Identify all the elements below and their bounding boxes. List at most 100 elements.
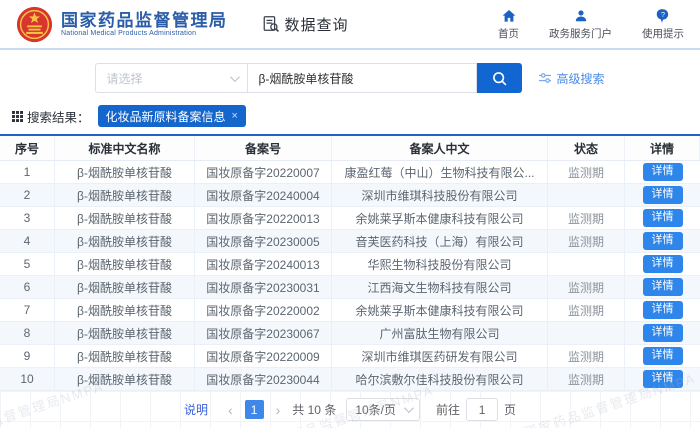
cell-filer: 广州富肽生物有限公司 — [332, 322, 548, 344]
cell-no: 2 — [0, 184, 55, 206]
nav-label: 首页 — [498, 27, 519, 40]
detail-button[interactable]: 详情 — [642, 163, 683, 181]
cell-no: 5 — [0, 253, 55, 275]
svg-text:?: ? — [661, 9, 665, 18]
cell-filer: 华熙生物科技股份有限公司 — [332, 253, 548, 275]
detail-button[interactable]: 详情 — [642, 186, 683, 204]
cell-status: 监测期 — [548, 299, 625, 321]
data-query-icon — [263, 16, 279, 33]
user-icon — [575, 9, 586, 21]
column-header-no: 序号 — [0, 136, 55, 160]
header-nav: 首页 政务服务门户 ? 使用提示 — [498, 8, 684, 41]
prev-page-button[interactable]: ‹ — [226, 402, 235, 418]
note-link[interactable]: 说明 — [184, 401, 208, 418]
advanced-search-link[interactable]: 高级搜索 — [538, 70, 605, 87]
cell-regno: 国妆原备字20230031 — [195, 276, 332, 298]
cell-name: β-烟酰胺单核苷酸 — [55, 368, 195, 390]
cell-filer: 康盈红莓（中山）生物科技有限公... — [332, 161, 548, 183]
column-header-regno: 备案号 — [195, 136, 332, 160]
page-size-value: 10条/页 — [355, 403, 397, 417]
close-icon[interactable]: × — [232, 110, 238, 122]
detail-button[interactable]: 详情 — [642, 255, 683, 273]
total-count: 共 10 条 — [292, 403, 337, 417]
search-icon — [493, 71, 507, 85]
home-icon — [502, 9, 515, 22]
cell-name: β-烟酰胺单核苷酸 — [55, 161, 195, 183]
goto-label-suffix: 页 — [504, 403, 517, 417]
cell-no: 7 — [0, 299, 55, 321]
search-button[interactable] — [477, 63, 523, 93]
cell-name: β-烟酰胺单核苷酸 — [55, 345, 195, 367]
detail-button[interactable]: 详情 — [642, 370, 683, 388]
detail-button[interactable]: 详情 — [642, 301, 683, 319]
nav-item-home[interactable]: 首页 — [498, 8, 519, 41]
cell-no: 6 — [0, 276, 55, 298]
detail-button[interactable]: 详情 — [642, 324, 683, 342]
page-size-select[interactable]: 10条/页 — [346, 398, 421, 421]
table-row: 4 β-烟酰胺单核苷酸 国妆原备字20230005 音芙医药科技（上海）有限公司 监测期… — [0, 230, 700, 253]
table-row: 1 β-烟酰胺单核苷酸 国妆原备字20220007 康盈红莓（中山）生物科技有限公..… — [0, 161, 700, 184]
nav-item-service-portal[interactable]: 政务服务门户 — [549, 8, 612, 41]
cell-regno: 国妆原备字20220013 — [195, 207, 332, 229]
cell-no: 9 — [0, 345, 55, 367]
chevron-down-icon — [230, 71, 241, 82]
detail-button[interactable]: 详情 — [642, 232, 683, 250]
pagination: 说明 ‹ 1 › 共 10 条 10条/页 前往 页 — [0, 391, 700, 428]
column-header-detail: 详情 — [625, 136, 700, 160]
org-name: 国家药品监督管理局 — [61, 10, 228, 30]
search-bar: 请选择 高级搜索 — [0, 50, 700, 98]
detail-button[interactable]: 详情 — [642, 209, 683, 227]
column-header-filer: 备案人中文 — [332, 136, 548, 160]
goto-label: 前往 — [436, 403, 461, 417]
advanced-search-label: 高级搜索 — [556, 71, 605, 86]
cell-status — [548, 322, 625, 344]
table-row: 10 β-烟酰胺单核苷酸 国妆原备字20230044 哈尔滨敷尔佳科技股份有限公司 监测… — [0, 368, 700, 391]
table-row: 8 β-烟酰胺单核苷酸 国妆原备字20230067 广州富肽生物有限公司 详情 — [0, 322, 700, 345]
org-name-en: National Medical Products Administration — [61, 30, 197, 38]
cell-regno: 国妆原备字20230005 — [195, 230, 332, 252]
cell-detail: 详情 — [625, 230, 700, 252]
cell-detail: 详情 — [625, 322, 700, 344]
cell-no: 10 — [0, 368, 55, 390]
brand: 国家药品监督管理局 National Medical Products Admi… — [16, 6, 228, 43]
cell-no: 8 — [0, 322, 55, 344]
detail-button[interactable]: 详情 — [642, 278, 683, 296]
cell-name: β-烟酰胺单核苷酸 — [55, 276, 195, 298]
cell-regno: 国妆原备字20220002 — [195, 299, 332, 321]
table-row: 9 β-烟酰胺单核苷酸 国妆原备字20220009 深圳市维琪医药研发有限公司 监测期详… — [0, 345, 700, 368]
cell-name: β-烟酰胺单核苷酸 — [55, 322, 195, 344]
current-page-button[interactable]: 1 — [244, 400, 264, 419]
cell-status: 监测期 — [548, 368, 625, 390]
cell-filer: 江西海文生物科技有限公司 — [332, 276, 548, 298]
goto-page-input[interactable] — [466, 398, 499, 421]
filter-sliders-icon — [539, 73, 552, 83]
table-header: 序号 标准中文名称 备案号 备案人中文 状态 详情 — [0, 136, 700, 161]
cell-no: 3 — [0, 207, 55, 229]
header: 国家药品监督管理局 National Medical Products Admi… — [0, 0, 700, 50]
chevron-down-icon — [403, 403, 414, 414]
brand-text: 国家药品监督管理局 National Medical Products Admi… — [61, 11, 228, 38]
cell-detail: 详情 — [625, 207, 700, 229]
cell-status: 监测期 — [548, 345, 625, 367]
nav-label: 使用提示 — [642, 27, 684, 40]
table-body: 1 β-烟酰胺单核苷酸 国妆原备字20220007 康盈红莓（中山）生物科技有限公..… — [0, 161, 700, 391]
table-row: 5 β-烟酰胺单核苷酸 国妆原备字20240013 华熙生物科技股份有限公司 详情 — [0, 253, 700, 276]
detail-button[interactable]: 详情 — [642, 347, 683, 365]
cell-name: β-烟酰胺单核苷酸 — [55, 253, 195, 275]
next-page-button[interactable]: › — [274, 402, 283, 418]
cell-detail: 详情 — [625, 161, 700, 183]
cell-name: β-烟酰胺单核苷酸 — [55, 230, 195, 252]
category-select-placeholder: 请选择 — [106, 71, 143, 86]
category-select[interactable]: 请选择 — [95, 63, 248, 93]
nav-item-usage-tips[interactable]: ? 使用提示 — [642, 8, 684, 41]
cell-detail: 详情 — [625, 253, 700, 275]
cell-status: 监测期 — [548, 276, 625, 298]
module-title-label: 数据查询 — [284, 16, 349, 34]
cell-filer: 余姚莱孚斯本健康科技有限公司 — [332, 207, 548, 229]
filter-tag[interactable]: 化妆品新原料备案信息 × — [97, 105, 246, 127]
table-row: 3 β-烟酰胺单核苷酸 国妆原备字20220013 余姚莱孚斯本健康科技有限公司 监测期… — [0, 207, 700, 230]
search-input[interactable] — [247, 63, 478, 93]
cell-regno: 国妆原备字20230044 — [195, 368, 332, 390]
cell-filer: 哈尔滨敷尔佳科技股份有限公司 — [332, 368, 548, 390]
results-table: 序号 标准中文名称 备案号 备案人中文 状态 详情 1 β-烟酰胺单核苷酸 国妆原备… — [0, 136, 700, 391]
